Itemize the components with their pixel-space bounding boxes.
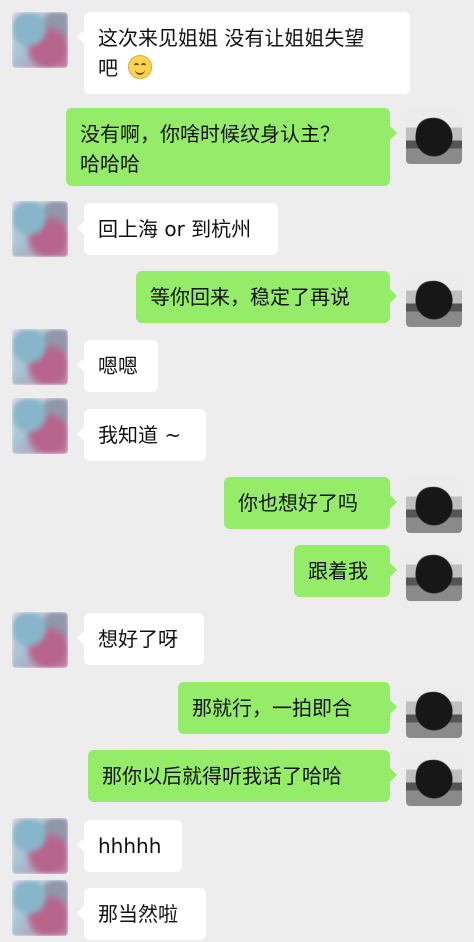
left-avatar[interactable] [12, 201, 68, 257]
tree-photo-avatar [406, 108, 462, 164]
message-text: 想好了呀 [98, 627, 178, 651]
message-text: 那你以后就得听我话了哈哈 [102, 764, 342, 788]
blurred-avatar-image [12, 818, 68, 874]
message-text-line: 没有啊，你啥时候纹身认主？ [80, 122, 340, 146]
message-text: 回上海 or 到杭州 [98, 217, 252, 241]
message-text: hhhhh [98, 834, 162, 858]
left-avatar[interactable] [12, 398, 68, 454]
message-bubble-left[interactable]: 那当然啦 [77, 888, 206, 940]
message-bubble-right[interactable]: 那就行，一拍即合 [178, 682, 397, 734]
tree-photo-avatar [406, 271, 462, 327]
blurred-avatar-image [12, 12, 68, 68]
left-avatar[interactable] [12, 329, 68, 385]
message-bubble-right[interactable]: 没有啊，你啥时候纹身认主？ 哈哈哈 [66, 108, 397, 186]
message-text: 嗯嗯 [98, 354, 138, 378]
right-avatar[interactable] [406, 750, 462, 806]
message-text-line: 这次来见姐姐 没有让姐姐失望 [98, 26, 365, 50]
blurred-avatar-image [12, 612, 68, 668]
message-text: 那就行，一拍即合 [192, 696, 352, 720]
blurred-avatar-image [12, 201, 68, 257]
tree-photo-avatar [406, 477, 462, 533]
blurred-avatar-image [12, 880, 68, 936]
tree-photo-avatar [406, 682, 462, 738]
left-avatar[interactable] [12, 612, 68, 668]
message-bubble-left[interactable]: hhhhh [77, 820, 182, 872]
message-text: 我知道 ~ [98, 423, 182, 447]
right-avatar[interactable] [406, 271, 462, 327]
message-bubble-right[interactable]: 跟着我 [294, 545, 397, 597]
message-bubble-right[interactable]: 你也想好了吗 [224, 477, 397, 529]
message-bubble-left[interactable]: 嗯嗯 [77, 340, 158, 392]
message-bubble-left[interactable]: 我知道 ~ [77, 409, 206, 461]
blurred-avatar-image [12, 398, 68, 454]
message-text-line: 吧 [98, 56, 118, 80]
message-bubble-right[interactable]: 等你回来，稳定了再说 [136, 271, 397, 323]
right-avatar[interactable] [406, 108, 462, 164]
tree-photo-avatar [406, 545, 462, 601]
left-avatar[interactable] [12, 12, 68, 68]
right-avatar[interactable] [406, 477, 462, 533]
message-bubble-left[interactable]: 想好了呀 [77, 613, 204, 665]
message-text: 等你回来，稳定了再说 [150, 285, 350, 309]
message-bubble-left[interactable]: 回上海 or 到杭州 [77, 203, 278, 255]
right-avatar[interactable] [406, 682, 462, 738]
message-bubble-left[interactable]: 这次来见姐姐 没有让姐姐失望 吧 [77, 12, 410, 94]
chat-thread: 这次来见姐姐 没有让姐姐失望 吧 没有啊，你啥时候纹身认主？ 哈哈哈 回上海 o… [0, 0, 474, 942]
message-text: 那当然啦 [98, 902, 178, 926]
message-text: 你也想好了吗 [238, 491, 358, 515]
tree-photo-avatar [406, 750, 462, 806]
blurred-avatar-image [12, 329, 68, 385]
message-text-line: 哈哈哈 [80, 152, 140, 176]
message-bubble-right[interactable]: 那你以后就得听我话了哈哈 [88, 750, 397, 802]
slightly-smiling-face-icon [128, 55, 153, 79]
message-text: 跟着我 [308, 559, 368, 583]
left-avatar[interactable] [12, 880, 68, 936]
right-avatar[interactable] [406, 545, 462, 601]
left-avatar[interactable] [12, 818, 68, 874]
